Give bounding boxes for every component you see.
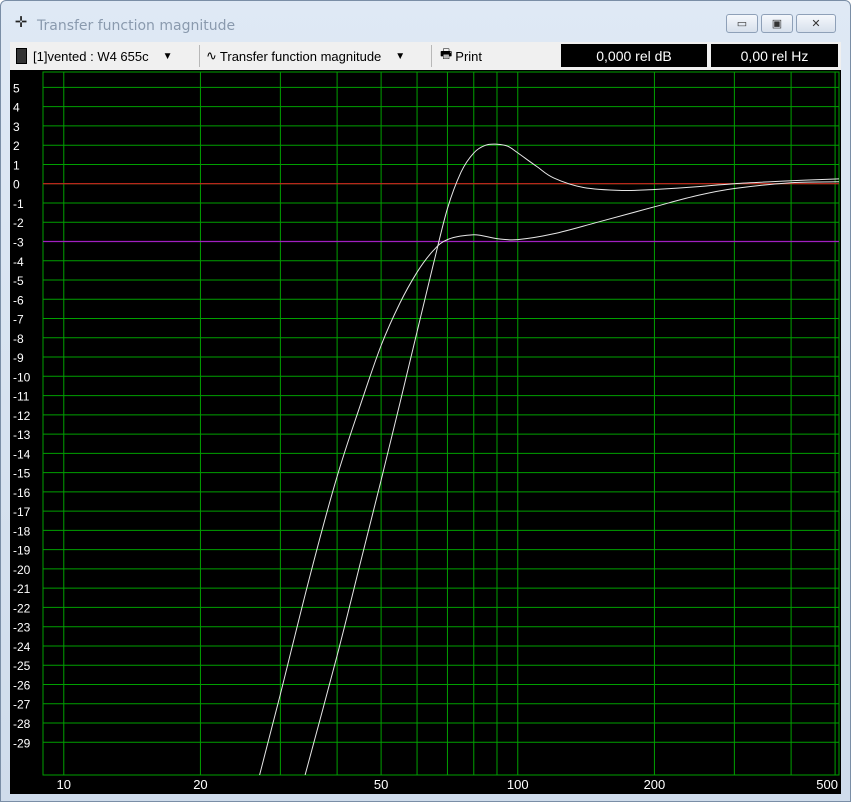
view-select[interactable]: ∿ Transfer function magnitude ▼ (206, 46, 428, 66)
driver-select[interactable]: [1]vented : W4 655c ▼ (16, 46, 196, 66)
y-tick-label: -7 (13, 313, 24, 327)
y-tick-label: -20 (13, 563, 31, 577)
y-tick-label: -27 (13, 698, 31, 712)
window-title: Transfer function magnitude (37, 18, 236, 34)
driver-select-label: [1]vented : W4 655c (33, 48, 149, 64)
app-window: ✛ Transfer function magnitude ▭ ▣ ✕ [1]v… (0, 0, 851, 802)
y-tick-label: -9 (13, 351, 24, 365)
printer-icon: 🖶 (440, 46, 453, 61)
x-tick-label: 50 (374, 777, 388, 792)
series-line (259, 181, 839, 775)
y-tick-label: -5 (13, 274, 24, 288)
minimize-icon: ▭ (736, 18, 748, 30)
y-tick-label: -8 (13, 332, 24, 346)
y-tick-label: -18 (13, 524, 31, 538)
close-button[interactable]: ✕ (796, 14, 836, 33)
close-icon: ✕ (811, 18, 821, 30)
y-tick-label: -11 (13, 390, 30, 404)
toolbar: [1]vented : W4 655c ▼ ∿ Transfer functio… (10, 42, 841, 71)
y-tick-label: -1 (13, 197, 24, 211)
maximize-icon: ▣ (771, 18, 783, 30)
y-tick-label: -28 (13, 717, 31, 731)
y-tick-label: -2 (13, 216, 24, 230)
plot-frame (42, 71, 840, 776)
view-select-label: Transfer function magnitude (219, 48, 382, 64)
y-tick-label: -22 (13, 601, 31, 615)
hz-readout: 0,00 rel Hz (711, 44, 838, 67)
magnitude-chart[interactable]: 543210-1-2-3-4-5-6-7-8-9-10-11-12-13-14-… (10, 70, 841, 794)
y-tick-label: -26 (13, 678, 31, 692)
y-tick-label: -6 (13, 293, 24, 307)
x-tick-label: 100 (507, 777, 529, 792)
y-tick-label: 3 (13, 120, 20, 134)
y-tick-label: -10 (13, 370, 31, 384)
y-tick-label: -12 (13, 409, 31, 423)
x-tick-label: 20 (193, 777, 207, 792)
y-tick-label: -19 (13, 544, 31, 558)
print-button[interactable]: 🖶 Print (440, 46, 500, 66)
db-readout: 0,000 rel dB (561, 44, 707, 67)
x-tick-label: 200 (644, 777, 666, 792)
window-controls: ▭ ▣ ✕ (726, 14, 836, 33)
toolbar-divider (431, 45, 432, 67)
y-tick-label: -21 (13, 582, 31, 596)
chevron-down-icon: ▼ (162, 50, 173, 62)
y-tick-label: 2 (13, 139, 20, 153)
print-label: Print (455, 48, 483, 64)
y-tick-label: 0 (13, 178, 20, 192)
chevron-down-icon: ▼ (395, 50, 406, 62)
y-tick-label: -3 (13, 235, 24, 249)
y-tick-label: -17 (13, 505, 31, 519)
y-tick-label: -4 (13, 255, 24, 269)
maximize-button[interactable]: ▣ (761, 14, 793, 33)
series-line (304, 143, 839, 775)
y-tick-label: -15 (13, 467, 31, 481)
x-tick-label: 10 (57, 777, 71, 792)
minimize-button[interactable]: ▭ (726, 14, 758, 33)
wave-icon: ∿ (206, 48, 217, 63)
y-tick-label: 1 (13, 158, 20, 172)
toolbar-divider (199, 45, 200, 67)
y-tick-label: -23 (13, 621, 31, 635)
y-tick-label: -29 (13, 736, 31, 750)
y-tick-label: -14 (13, 447, 31, 461)
y-tick-label: -25 (13, 659, 31, 673)
y-tick-label: -24 (13, 640, 31, 654)
plot-area[interactable]: 5 4 3 2 1 0 -1 -2 -3 -4 -5 -6 -7 -8 -9 -10 -11 -12 -13 -14-… (10, 70, 841, 794)
speaker-icon (16, 48, 27, 64)
y-tick-label: -13 (13, 428, 31, 442)
crosshair-icon: ✛ (14, 14, 28, 31)
x-tick-label: 500 (816, 777, 838, 792)
y-tick-label: 5 (13, 81, 20, 95)
title-bar[interactable]: ✛ Transfer function magnitude ▭ ▣ ✕ (1, 1, 850, 39)
y-tick-label: -16 (13, 486, 31, 500)
y-tick-label: 4 (13, 101, 20, 115)
